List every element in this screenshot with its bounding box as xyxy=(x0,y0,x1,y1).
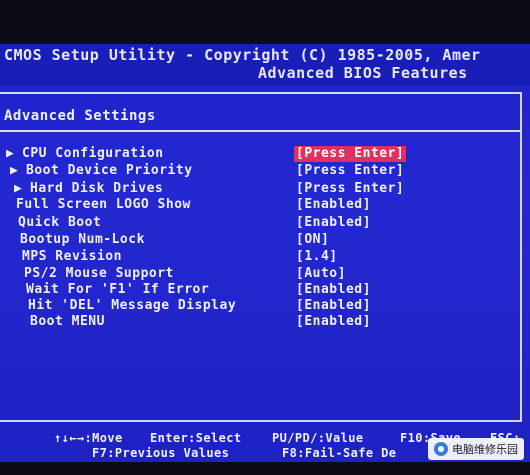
setting-item[interactable]: Hit 'DEL' Message Display xyxy=(28,298,318,314)
setting-item[interactable]: ▶ Boot Device Priority xyxy=(10,163,300,179)
utility-title: CMOS Setup Utility - Copyright (C) 1985-… xyxy=(4,46,481,64)
setting-value[interactable]: [Auto] xyxy=(294,266,348,282)
submenu-arrow-icon: ▶ xyxy=(14,181,23,196)
setting-label: PS/2 Mouse Support xyxy=(24,266,174,281)
setting-value[interactable]: [Enabled] xyxy=(294,215,373,231)
submenu-arrow-icon: ▶ xyxy=(10,163,19,178)
setting-item[interactable]: ▶ Hard Disk Drives xyxy=(14,181,304,197)
setting-label: Boot Device Priority xyxy=(26,163,193,178)
setting-item[interactable]: Full Screen LOGO Show xyxy=(16,197,306,213)
wechat-logo-icon xyxy=(434,442,448,456)
bios-screen: CMOS Setup Utility - Copyright (C) 1985-… xyxy=(0,0,530,475)
setting-value[interactable]: [1.4] xyxy=(294,249,340,265)
setting-label: Wait For 'F1' If Error xyxy=(26,282,210,297)
monitor-bezel-bottom xyxy=(0,462,530,475)
setting-item[interactable]: MPS Revision xyxy=(22,249,312,265)
setting-value[interactable]: [Press Enter] xyxy=(294,163,406,179)
setting-label: CPU Configuration xyxy=(22,146,164,161)
setting-value[interactable]: [Enabled] xyxy=(294,197,373,213)
setting-item[interactable]: PS/2 Mouse Support xyxy=(24,266,314,282)
setting-value[interactable]: [Press Enter] xyxy=(294,181,406,197)
help-value: PU/PD/:Value xyxy=(272,431,364,445)
setting-label: Full Screen LOGO Show xyxy=(16,197,191,212)
help-divider xyxy=(0,420,520,422)
setting-value[interactable]: [Enabled] xyxy=(294,282,373,298)
setting-value[interactable]: [Press Enter] xyxy=(294,146,407,162)
setting-label: Quick Boot xyxy=(18,215,102,230)
setting-label: Bootup Num-Lock xyxy=(20,232,145,247)
setting-item[interactable]: ▶ CPU Configuration xyxy=(6,146,296,162)
setting-label: Hit 'DEL' Message Display xyxy=(28,298,237,313)
setting-item[interactable]: Quick Boot xyxy=(18,215,308,231)
help-move: ↑↓←→:Move xyxy=(54,431,123,445)
monitor-bezel-top xyxy=(0,0,530,44)
section-title: Advanced Settings xyxy=(4,108,156,124)
setting-value[interactable]: [Enabled] xyxy=(294,298,373,314)
setting-value[interactable]: [ON] xyxy=(294,232,331,248)
help-enter: Enter:Select xyxy=(150,431,242,445)
setting-item[interactable]: Wait For 'F1' If Error xyxy=(26,282,316,298)
submenu-arrow-icon: ▶ xyxy=(6,146,15,161)
setting-value[interactable]: [Enabled] xyxy=(294,314,373,330)
help-failsafe: F8:Fail-Safe De xyxy=(282,446,397,460)
setting-item[interactable]: Bootup Num-Lock xyxy=(20,232,310,248)
watermark-text: 电脑维修乐园 xyxy=(452,443,518,456)
setting-item[interactable]: Boot MENU xyxy=(30,314,320,330)
section-divider xyxy=(0,130,520,132)
page-title: Advanced BIOS Features xyxy=(258,64,468,82)
setting-label: Boot MENU xyxy=(30,314,105,329)
help-previous: F7:Previous Values xyxy=(92,446,230,460)
setting-label: MPS Revision xyxy=(22,249,122,264)
watermark: 电脑维修乐园 xyxy=(428,438,524,460)
setting-label: Hard Disk Drives xyxy=(30,181,164,196)
